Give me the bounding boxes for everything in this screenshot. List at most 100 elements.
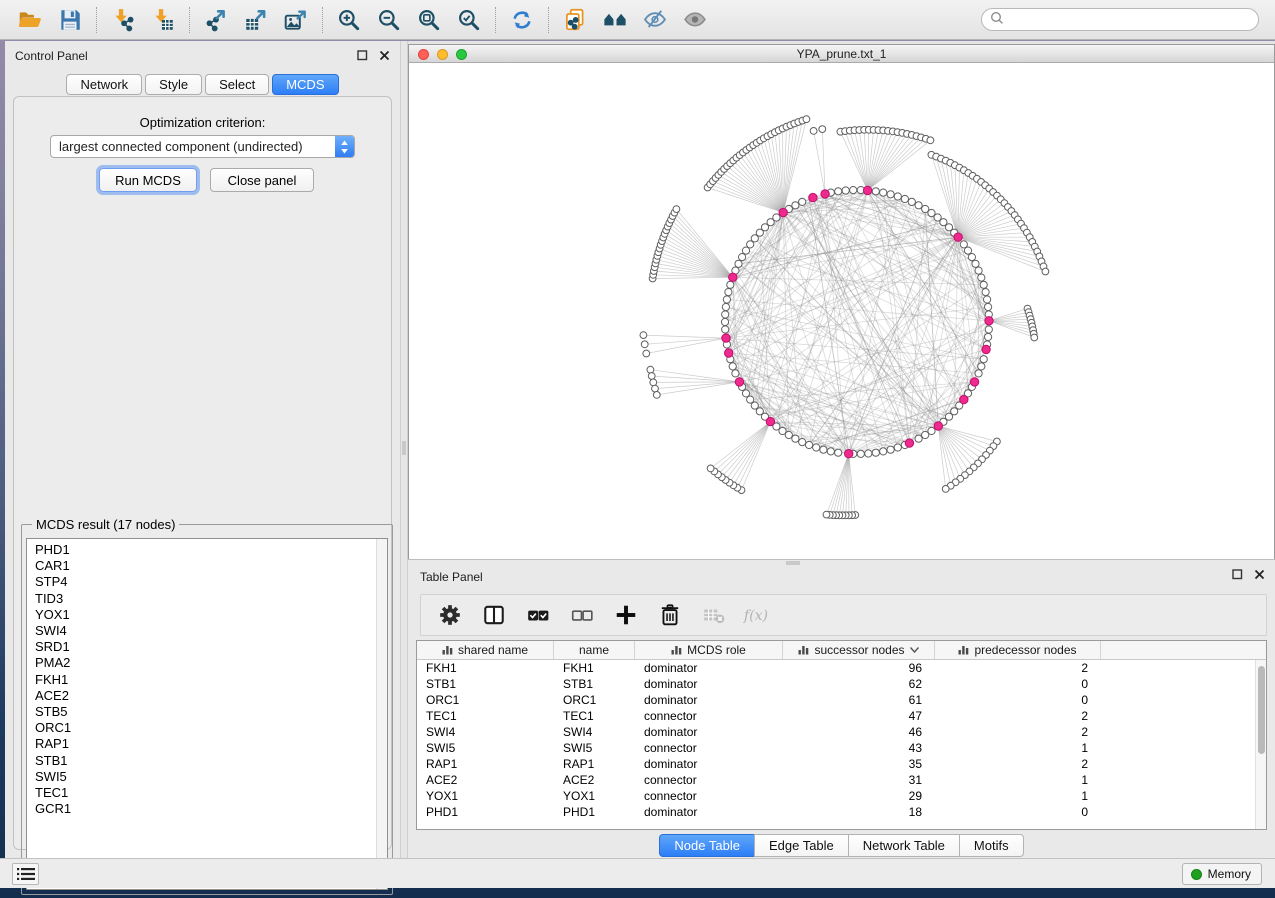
zoom-in-icon[interactable] [329, 4, 369, 36]
table-row[interactable]: YOX1YOX1connector291 [417, 788, 1266, 804]
network-node[interactable] [980, 356, 987, 363]
network-node[interactable] [872, 449, 879, 456]
network-node[interactable] [827, 448, 834, 455]
column-header-3[interactable]: successor nodes [783, 641, 935, 659]
network-node[interactable] [908, 198, 915, 205]
tab-network[interactable]: Network [66, 74, 142, 95]
memory-button[interactable]: Memory [1182, 863, 1262, 885]
leaf-node[interactable] [1031, 334, 1038, 341]
network-node[interactable] [985, 333, 992, 340]
dominator-node[interactable] [960, 395, 968, 403]
hide-selected-icon[interactable] [635, 4, 675, 36]
column-header-2[interactable]: MCDS role [635, 641, 783, 659]
delete-table-icon[interactable] [699, 600, 729, 630]
table-row[interactable]: RAP1RAP1dominator352 [417, 756, 1266, 772]
delete-column-icon[interactable] [655, 600, 685, 630]
mcds-result-list[interactable]: PHD1CAR1STP4TID3YOX1SWI4SRD1PMA2FKH1ACE2… [26, 538, 388, 890]
network-node[interactable] [835, 449, 842, 456]
window-maximize-icon[interactable] [456, 49, 467, 60]
table-row[interactable]: ORC1ORC1dominator610 [417, 692, 1266, 708]
network-node[interactable] [968, 254, 975, 261]
network-node[interactable] [975, 370, 982, 377]
table-settings-icon[interactable] [435, 600, 465, 630]
network-node[interactable] [982, 289, 989, 296]
network-node[interactable] [722, 311, 729, 318]
leaf-node[interactable] [647, 366, 654, 373]
network-node[interactable] [980, 281, 987, 288]
tab-node-table[interactable]: Node Table [659, 834, 755, 857]
network-node[interactable] [799, 439, 806, 446]
horizontal-splitter[interactable] [786, 561, 800, 565]
mcds-result-item[interactable]: SWI5 [35, 769, 387, 785]
network-node[interactable] [785, 431, 792, 438]
leaf-node[interactable] [927, 137, 934, 144]
leaf-node[interactable] [643, 350, 650, 357]
window-minimize-icon[interactable] [437, 49, 448, 60]
show-hidden-icon[interactable] [675, 4, 715, 36]
mcds-result-item[interactable]: PHD1 [35, 542, 387, 558]
column-header-0[interactable]: shared name [417, 641, 554, 659]
network-node[interactable] [975, 267, 982, 274]
open-session-icon[interactable] [10, 4, 50, 36]
export-network-icon[interactable] [196, 4, 236, 36]
dominator-node[interactable] [982, 345, 990, 353]
table-row[interactable]: STB1STB1dominator620 [417, 676, 1266, 692]
network-node[interactable] [872, 188, 879, 195]
mcds-result-item[interactable]: SRD1 [35, 639, 387, 655]
network-node[interactable] [792, 202, 799, 209]
network-node[interactable] [978, 363, 985, 370]
network-node[interactable] [722, 303, 729, 310]
network-node[interactable] [799, 198, 806, 205]
table-row[interactable]: ACE2ACE2connector311 [417, 772, 1266, 788]
network-node[interactable] [842, 187, 849, 194]
network-node[interactable] [820, 446, 827, 453]
mcds-list-scrollbar[interactable] [376, 539, 387, 889]
dominator-node[interactable] [722, 334, 730, 342]
export-table-icon[interactable] [236, 4, 276, 36]
save-session-icon[interactable] [50, 4, 90, 36]
select-all-rows-icon[interactable] [523, 600, 553, 630]
dominator-node[interactable] [845, 450, 853, 458]
network-node[interactable] [894, 193, 901, 200]
mcds-result-item[interactable]: ACE2 [35, 688, 387, 704]
network-node[interactable] [985, 303, 992, 310]
mcds-result-item[interactable]: CAR1 [35, 558, 387, 574]
import-table-icon[interactable] [143, 4, 183, 36]
mcds-result-item[interactable]: ORC1 [35, 720, 387, 736]
leaf-node[interactable] [942, 486, 949, 493]
table-row[interactable]: SWI5SWI5connector431 [417, 740, 1266, 756]
vertical-splitter[interactable] [400, 41, 408, 858]
leaf-node[interactable] [641, 341, 648, 348]
tab-network-table[interactable]: Network Table [848, 834, 960, 857]
leaf-node[interactable] [810, 128, 817, 135]
mcds-result-item[interactable]: TID3 [35, 591, 387, 607]
network-node[interactable] [880, 189, 887, 196]
network-node[interactable] [742, 247, 749, 254]
find-icon[interactable] [595, 4, 635, 36]
column-header-1[interactable]: name [554, 641, 635, 659]
table-scrollbar[interactable] [1255, 660, 1266, 829]
network-node[interactable] [915, 202, 922, 209]
mcds-result-item[interactable]: STB5 [35, 704, 387, 720]
dominator-node[interactable] [779, 208, 787, 216]
network-node[interactable] [894, 444, 901, 451]
leaf-node[interactable] [823, 511, 830, 518]
table-row[interactable]: SWI4SWI4dominator462 [417, 724, 1266, 740]
network-node[interactable] [735, 260, 742, 267]
dominator-node[interactable] [970, 378, 978, 386]
network-node[interactable] [915, 435, 922, 442]
network-node[interactable] [850, 187, 857, 194]
leaf-node[interactable] [653, 392, 660, 399]
network-node[interactable] [960, 241, 967, 248]
network-node[interactable] [865, 450, 872, 457]
network-node[interactable] [721, 318, 728, 325]
search-box[interactable] [981, 8, 1259, 31]
network-node[interactable] [984, 296, 991, 303]
table-row[interactable]: PHD1PHD1dominator180 [417, 804, 1266, 820]
run-mcds-button[interactable]: Run MCDS [99, 168, 197, 192]
float-table-panel-icon[interactable] [1231, 568, 1243, 580]
leaf-node[interactable] [673, 206, 680, 213]
leaf-node[interactable] [707, 465, 714, 472]
zoom-out-icon[interactable] [369, 4, 409, 36]
zoom-fit-icon[interactable] [409, 4, 449, 36]
